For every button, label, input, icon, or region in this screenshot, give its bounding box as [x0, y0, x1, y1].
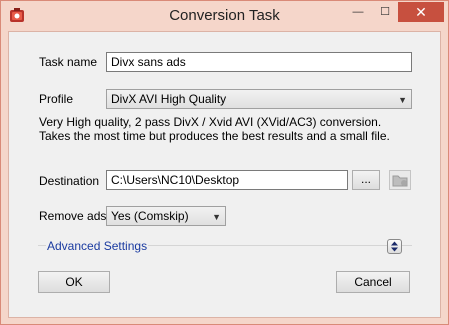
dialog-body: Task name Divx sans ads Profile DivX AVI…	[8, 31, 441, 318]
chevron-down-icon: ▼	[212, 212, 221, 222]
cancel-button[interactable]: Cancel	[336, 271, 410, 293]
task-name-input[interactable]: Divx sans ads	[106, 52, 412, 72]
remove-ads-selected-value: Yes (Comskip)	[111, 209, 189, 223]
title-bar[interactable]: Conversion Task — ☐ ✕	[1, 1, 448, 31]
profile-selected-value: DivX AVI High Quality	[111, 92, 227, 106]
expand-collapse-icon	[391, 241, 398, 252]
task-name-label: Task name	[39, 55, 98, 69]
destination-label: Destination	[39, 174, 100, 188]
open-folder-button[interactable]	[389, 170, 411, 190]
browse-button[interactable]: ...	[352, 170, 380, 190]
profile-select[interactable]: DivX AVI High Quality ▼	[106, 89, 412, 109]
remove-ads-label: Remove ads	[39, 209, 107, 223]
folder-icon	[392, 175, 408, 187]
maximize-button[interactable]: ☐	[372, 2, 398, 22]
ok-button[interactable]: OK	[38, 271, 110, 293]
profile-label: Profile	[39, 92, 74, 106]
expand-collapse-button[interactable]	[387, 239, 402, 254]
minimize-button[interactable]: —	[345, 2, 371, 22]
conversion-task-window: Conversion Task — ☐ ✕ Task name Divx san…	[0, 0, 449, 325]
destination-input[interactable]: C:\Users\NC10\Desktop	[106, 170, 348, 190]
chevron-down-icon: ▼	[398, 95, 407, 105]
profile-description: Very High quality, 2 pass DivX / Xvid AV…	[39, 115, 390, 143]
close-button[interactable]: ✕	[398, 2, 444, 22]
remove-ads-select[interactable]: Yes (Comskip) ▼	[106, 206, 226, 226]
advanced-settings-toggle[interactable]: Advanced Settings	[46, 239, 149, 253]
